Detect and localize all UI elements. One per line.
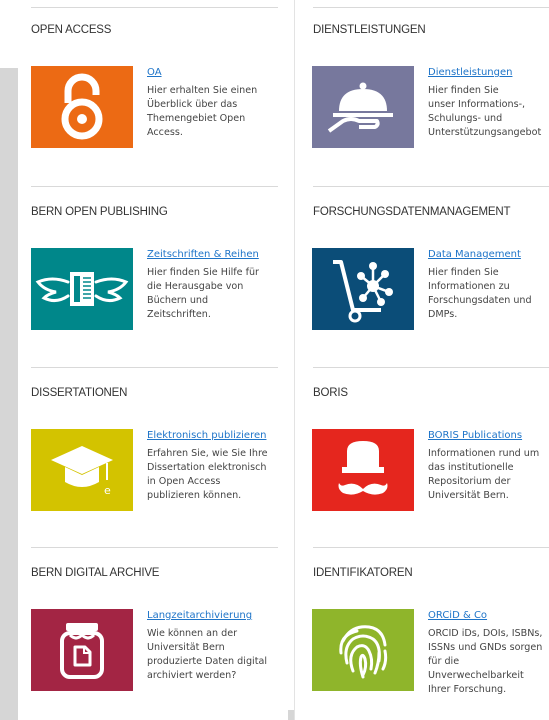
section-title: DISSERTATIONEN <box>31 387 128 399</box>
langzeitarchivierung-link[interactable]: Langzeitarchivierung <box>147 610 275 621</box>
section-description: Hier erhalten Sie einen Überblick über d… <box>147 85 258 138</box>
section-text: Zeitschriften & Reihen Hier finden Sie H… <box>147 249 275 322</box>
divider <box>313 547 549 548</box>
section-title: BERN OPEN PUBLISHING <box>31 206 168 218</box>
graduation-cap-icon[interactable]: e <box>31 429 133 511</box>
mustache-hat-icon[interactable] <box>312 429 414 511</box>
left-column: OPEN ACCESS OA Hier erhalten Sie einen Ü… <box>18 0 288 720</box>
section-text: OA Hier erhalten Sie einen Überblick übe… <box>147 67 275 140</box>
data-management-link[interactable]: Data Management <box>428 249 549 260</box>
open-lock-icon[interactable] <box>31 66 133 148</box>
data-cart-icon[interactable] <box>312 248 414 330</box>
elektronisch-publizieren-link[interactable]: Elektronisch publizieren <box>147 430 275 441</box>
divider <box>313 186 549 187</box>
section-description: ORCID iDs, DOIs, ISBNs, ISSNs und GNDs s… <box>428 628 543 695</box>
svg-text:e: e <box>104 484 111 497</box>
divider <box>31 186 278 187</box>
divider <box>313 367 549 368</box>
oa-link[interactable]: OA <box>147 67 275 78</box>
section-text: Elektronisch publizieren Erfahren Sie, w… <box>147 430 275 503</box>
section-description: Hier finden Sie Informationen zu Forschu… <box>428 267 532 320</box>
section-description: Hier finden Sie Hilfe für die Herausgabe… <box>147 267 260 320</box>
archive-jar-icon[interactable] <box>31 609 133 691</box>
section-title: BORIS <box>313 387 348 399</box>
section-text: Dienstleistungen Hier finden Sie unser I… <box>428 67 549 140</box>
divider <box>313 7 549 8</box>
section-title: OPEN ACCESS <box>31 24 112 36</box>
winged-book-icon[interactable] <box>31 248 133 330</box>
boris-publications-link[interactable]: BORIS Publications <box>428 430 549 441</box>
section-title: DIENSTLEISTUNGEN <box>313 24 426 36</box>
divider <box>31 547 278 548</box>
section-description: Informationen rund um das institutionell… <box>428 448 540 501</box>
section-description: Erfahren Sie, wie Sie Ihre Dissertation … <box>147 448 268 501</box>
section-text: Langzeitarchivierung Wie können an der U… <box>147 610 275 683</box>
divider <box>31 7 278 8</box>
dienstleistungen-link[interactable]: Dienstleistungen <box>428 67 549 78</box>
section-title: IDENTIFIKATOREN <box>313 567 413 579</box>
section-text: Data Management Hier finden Sie Informat… <box>428 249 549 322</box>
section-text: BORIS Publications Informationen rund um… <box>428 430 549 503</box>
right-column: DIENSTLEISTUNGEN Dienstleistungen Hier f… <box>294 0 549 720</box>
section-description: Hier finden Sie unser Informations-, Sch… <box>428 85 542 138</box>
section-description: Wie können an der Universität Bern produ… <box>147 628 268 681</box>
orcid-link[interactable]: ORCiD & Co <box>428 610 549 621</box>
section-text: ORCiD & Co ORCID iDs, DOIs, ISBNs, ISSNs… <box>428 610 549 697</box>
section-title: BERN DIGITAL ARCHIVE <box>31 567 160 579</box>
fingerprint-icon[interactable] <box>312 609 414 691</box>
section-title: FORSCHUNGSDATENMANAGEMENT <box>313 206 511 218</box>
divider <box>31 367 278 368</box>
zeitschriften-link[interactable]: Zeitschriften & Reihen <box>147 249 275 260</box>
serving-tray-icon[interactable] <box>312 66 414 148</box>
